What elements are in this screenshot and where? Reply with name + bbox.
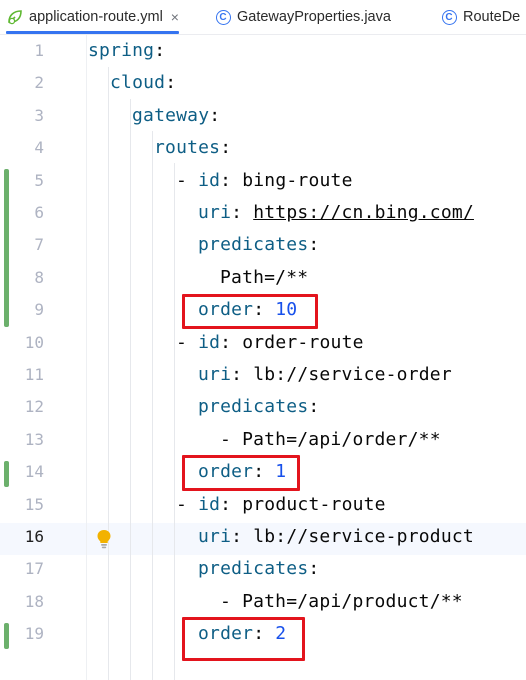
code-line: - Path=/api/order/** (220, 424, 441, 456)
tab-label: GatewayProperties.java (237, 9, 391, 25)
yaml-sep: : (231, 526, 254, 547)
code-line: routes: (154, 132, 231, 164)
yaml-plain: Path=/** (220, 266, 309, 288)
line-number: 19 (24, 624, 44, 644)
line-number: 11 (24, 365, 44, 384)
yaml-plain: - Path=/api/product/** (220, 590, 463, 612)
yaml-value: lb://service-product (253, 526, 474, 547)
code-editor[interactable]: 1 2 3 4 5 6 7 8 9 10 11 12 13 14 15 16 1… (0, 35, 526, 680)
class-icon: C (214, 8, 232, 26)
yaml-key: uri (198, 364, 232, 385)
code-line: predicates: (198, 391, 319, 423)
line-number: 9 (34, 300, 44, 320)
highlight-box-order-2 (182, 617, 305, 661)
indent-guide (130, 99, 131, 680)
code-line: uri: lb://service-order (198, 359, 452, 391)
tab-gatewayproperties-java[interactable]: C GatewayProperties.java (214, 0, 391, 34)
line-number: 16 (24, 527, 44, 546)
yaml-value: product-route (242, 493, 386, 515)
yaml-url-value[interactable]: https://cn.bing.com/ (253, 202, 474, 223)
editor-tab-bar: application-route.yml × C GatewayPropert… (0, 0, 526, 35)
line-number: 12 (24, 397, 44, 417)
yaml-key: gateway (132, 104, 210, 126)
yaml-dash: - (176, 331, 199, 353)
yaml-sep: : (231, 364, 254, 385)
code-line: spring: (88, 35, 165, 67)
line-number: 18 (24, 591, 44, 611)
yaml-key: predicates (198, 396, 309, 418)
line-number: 5 (34, 170, 44, 190)
line-number: 8 (34, 267, 44, 287)
gutter-divider (86, 35, 87, 680)
yaml-dash: - (176, 493, 199, 515)
indent-guide (152, 131, 153, 680)
line-number: 6 (34, 203, 44, 222)
yaml-key: id (198, 493, 221, 515)
code-line: - id: bing-route (176, 165, 353, 197)
yaml-key: routes (154, 137, 221, 159)
close-tab-icon[interactable]: × (171, 9, 179, 25)
line-number: 7 (34, 235, 44, 255)
code-line: uri: lb://service-product (198, 521, 474, 553)
tab-label: RouteDe (463, 9, 521, 25)
yaml-plain: - Path=/api/order/** (220, 428, 441, 450)
yaml-sep: : (308, 558, 320, 580)
tab-routede[interactable]: C RouteDe (440, 0, 520, 34)
yaml-sep: : (165, 72, 177, 94)
yaml-value: bing-route (242, 169, 353, 191)
yaml-key: id (198, 331, 221, 353)
yaml-sep: : (220, 169, 243, 191)
yaml-dash: - (176, 169, 199, 191)
yaml-sep: : (220, 331, 243, 353)
lightbulb-intention-icon[interactable] (96, 529, 112, 549)
line-number: 2 (34, 73, 44, 93)
yaml-sep: : (231, 202, 254, 223)
line-number: 17 (24, 559, 44, 579)
yaml-sep: : (220, 493, 243, 515)
yaml-sep: : (154, 40, 166, 61)
code-line: cloud: (110, 67, 176, 99)
code-line: predicates: (198, 229, 319, 261)
yaml-leaf-icon (6, 8, 24, 26)
class-icon: C (440, 8, 458, 26)
yaml-key: id (198, 169, 221, 191)
code-line: - id: order-route (176, 327, 364, 359)
tab-label: application-route.yml (29, 9, 163, 25)
code-line: - id: product-route (176, 489, 386, 521)
yaml-key: cloud (110, 72, 166, 94)
line-number: 3 (34, 105, 44, 125)
yaml-key: spring (88, 40, 155, 61)
highlight-box-order-10 (182, 294, 318, 329)
code-line: predicates: (198, 553, 319, 585)
yaml-key: uri (198, 526, 232, 547)
yaml-key: predicates (198, 558, 309, 580)
code-line: uri: https://cn.bing.com/ (198, 197, 474, 229)
yaml-sep: : (209, 104, 221, 126)
highlight-box-order-1 (182, 455, 300, 491)
line-number: 13 (24, 429, 44, 449)
code-line: - Path=/api/product/** (220, 586, 463, 618)
line-number: 15 (24, 494, 44, 514)
code-line: Path=/** (220, 262, 308, 294)
yaml-sep: : (308, 234, 320, 256)
line-number: 14 (24, 462, 44, 482)
line-number: 1 (34, 41, 44, 60)
tab-application-route-yml[interactable]: application-route.yml × (6, 0, 179, 34)
yaml-sep: : (220, 137, 232, 159)
yaml-value: lb://service-order (253, 364, 452, 385)
indent-guide (174, 163, 175, 680)
indent-guide (108, 67, 109, 680)
yaml-value: order-route (242, 331, 364, 353)
yaml-key: uri (198, 202, 232, 223)
line-number: 10 (24, 332, 44, 352)
yaml-sep: : (308, 396, 320, 418)
line-number: 4 (34, 138, 44, 158)
yaml-key: predicates (198, 234, 309, 256)
code-line: gateway: (132, 100, 220, 132)
